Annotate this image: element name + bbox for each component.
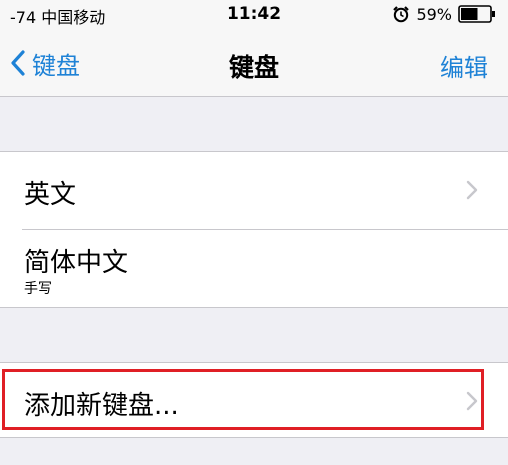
chevron-right-icon — [466, 180, 478, 200]
add-keyboard-group: 添加新键盘... — [0, 362, 508, 438]
status-right: 59% — [392, 3, 496, 25]
navigation-bar: 键盘 键盘 编辑 — [0, 30, 508, 97]
keyboard-label: 简体中文 — [24, 248, 129, 278]
keyboard-list: 英文 简体中文 手写 — [0, 151, 508, 308]
keyboard-label: 英文 — [24, 180, 77, 210]
chevron-right-icon — [466, 391, 478, 411]
battery-fill — [461, 8, 478, 20]
add-keyboard-label: 添加新键盘... — [24, 391, 179, 421]
edit-button[interactable]: 编辑 — [440, 48, 488, 83]
alarm-clock-icon — [392, 5, 410, 23]
battery-icon — [458, 5, 496, 23]
keyboard-row-english[interactable]: 英文 — [0, 152, 508, 229]
keyboard-sublabel: 手写 — [24, 281, 52, 297]
add-keyboard-row[interactable]: 添加新键盘... — [0, 363, 508, 437]
battery-percent: 59% — [416, 4, 452, 24]
status-bar: -74 中国移动 11:42 59% — [0, 0, 508, 30]
keyboard-row-simplified-chinese[interactable]: 简体中文 手写 — [0, 230, 508, 307]
page-title: 键盘 — [228, 53, 279, 82]
